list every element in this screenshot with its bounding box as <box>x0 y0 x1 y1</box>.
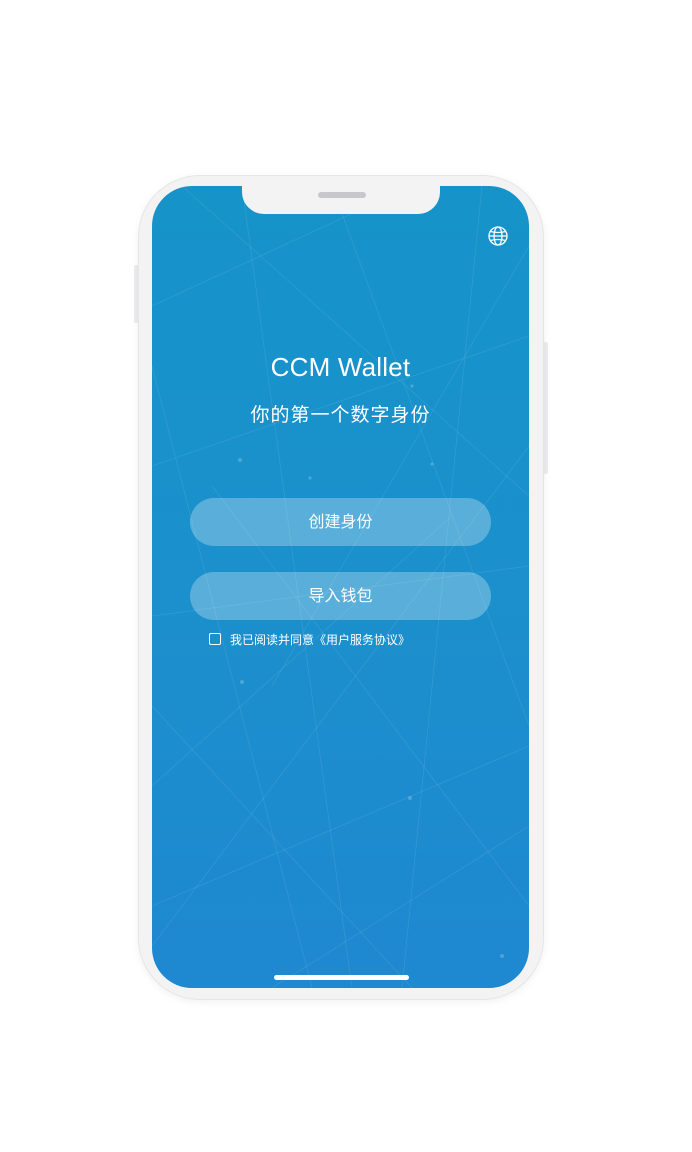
agreement-row: 我已阅读并同意 《用户服务协议》 <box>209 631 410 647</box>
notch <box>242 186 440 214</box>
speaker-grille <box>318 192 366 198</box>
app-subtitle: 你的第一个数字身份 <box>250 404 431 426</box>
home-indicator[interactable] <box>274 975 409 980</box>
create-identity-button[interactable]: 创建身份 <box>190 498 491 546</box>
user-agreement-link[interactable]: 《用户服务协议》 <box>314 631 410 648</box>
globe-icon[interactable] <box>487 225 509 247</box>
import-wallet-button[interactable]: 导入钱包 <box>190 572 491 620</box>
app-title: CCM Wallet <box>270 352 411 382</box>
agreement-checkbox[interactable] <box>209 633 221 645</box>
device-mockup: CCM Wallet 你的第一个数字身份 创建身份 导入钱包 我已阅读并同意 《… <box>0 0 692 1152</box>
agreement-text: 我已阅读并同意 <box>230 632 315 647</box>
